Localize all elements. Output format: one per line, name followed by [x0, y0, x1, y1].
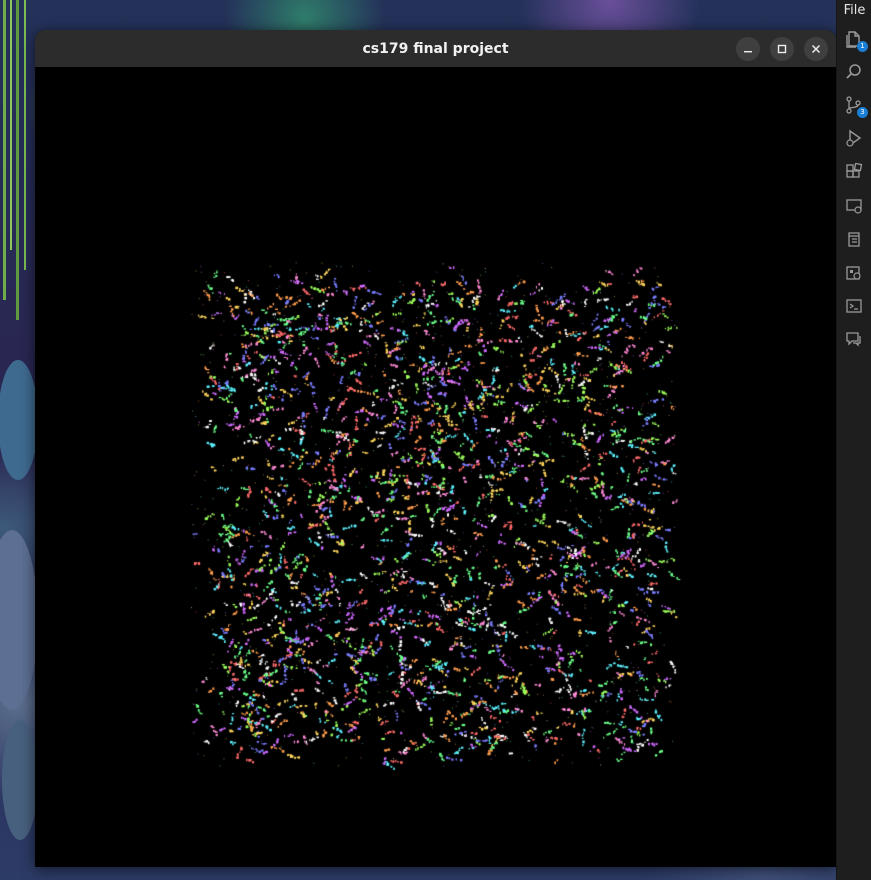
editor-activity-bar: File 1 3 — [836, 0, 871, 880]
chat-icon — [846, 332, 861, 347]
source-control-button[interactable]: 3 — [843, 94, 868, 118]
render-canvas[interactable] — [35, 67, 836, 867]
particle-simulation — [35, 67, 836, 867]
maximize-icon — [777, 44, 787, 54]
file-menu[interactable]: File — [837, 0, 871, 20]
minimize-button[interactable] — [736, 37, 760, 61]
window-title: cs179 final project — [362, 40, 509, 57]
extensions-button[interactable] — [843, 161, 865, 183]
extensions-icon — [846, 163, 863, 178]
source-control-badge: 3 — [857, 107, 868, 118]
testing-button[interactable] — [843, 228, 865, 250]
terminal-button[interactable] — [843, 295, 865, 317]
testing-icon — [848, 232, 860, 247]
app-window: cs179 final project — [35, 30, 836, 867]
search-icon — [846, 64, 861, 79]
terminal-icon — [846, 299, 862, 313]
wallpaper-reeds — [0, 0, 36, 840]
remote-explorer-icon — [846, 199, 862, 214]
search-button[interactable] — [843, 61, 865, 83]
docker-icon — [846, 266, 861, 280]
run-debug-button[interactable] — [843, 127, 865, 149]
docker-button[interactable] — [843, 262, 865, 284]
chat-button[interactable] — [843, 328, 865, 350]
maximize-button[interactable] — [770, 37, 794, 61]
explorer-badge: 1 — [857, 41, 868, 52]
close-button[interactable] — [804, 37, 828, 61]
minimize-icon — [744, 51, 752, 53]
run-debug-icon — [846, 129, 862, 147]
title-bar[interactable]: cs179 final project — [35, 30, 836, 67]
remote-explorer-button[interactable] — [843, 195, 865, 217]
explorer-button[interactable]: 1 — [843, 28, 868, 52]
close-icon — [811, 44, 821, 54]
